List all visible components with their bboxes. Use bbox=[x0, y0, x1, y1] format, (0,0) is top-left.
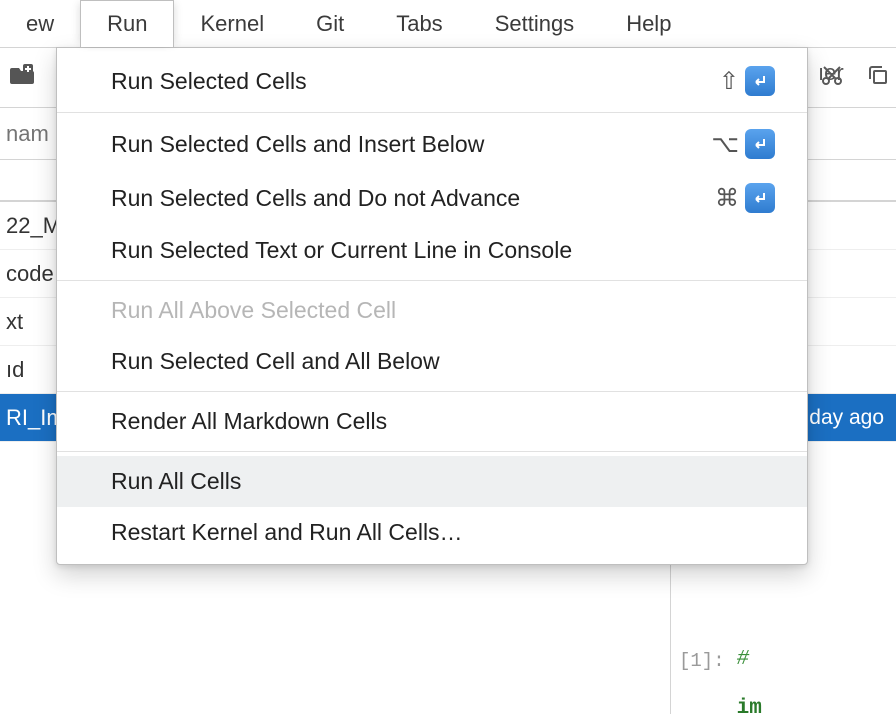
menu-item-label: Run All Above Selected Cell bbox=[111, 297, 396, 324]
menu-view[interactable]: ew bbox=[0, 0, 80, 47]
menu-render-all-markdown[interactable]: Render All Markdown Cells bbox=[57, 396, 807, 447]
menu-run-all-above: Run All Above Selected Cell bbox=[57, 285, 807, 336]
menu-item-label: Run Selected Cells and Do not Advance bbox=[111, 185, 520, 212]
menubar: ew Run Kernel Git Tabs Settings Help bbox=[0, 0, 896, 48]
menu-item-label: Run Selected Cells and Insert Below bbox=[111, 131, 484, 158]
menu-run-selected-insert-below[interactable]: Run Selected Cells and Insert Below ⌥ bbox=[57, 117, 807, 171]
shortcut: ⌘ bbox=[715, 183, 775, 213]
enter-key-icon bbox=[745, 183, 775, 213]
menu-separator bbox=[57, 112, 807, 113]
menu-settings[interactable]: Settings bbox=[469, 0, 601, 47]
menu-run-selected-cells[interactable]: Run Selected Cells ⇧ bbox=[57, 54, 807, 108]
shift-key-icon: ⇧ bbox=[719, 67, 739, 96]
menu-item-label: Render All Markdown Cells bbox=[111, 408, 387, 435]
code-lines: # im bbox=[737, 648, 762, 720]
file-name: ıd bbox=[6, 357, 24, 383]
file-name: xt bbox=[6, 309, 23, 335]
menu-item-label: Run All Cells bbox=[111, 468, 241, 495]
menu-git[interactable]: Git bbox=[290, 0, 370, 47]
new-folder-icon[interactable] bbox=[10, 64, 36, 92]
menu-run-selected-and-below[interactable]: Run Selected Cell and All Below bbox=[57, 336, 807, 387]
menu-separator bbox=[57, 280, 807, 281]
menu-restart-kernel-run-all[interactable]: Restart Kernel and Run All Cells… bbox=[57, 507, 807, 558]
file-name: 22_M bbox=[6, 213, 61, 239]
menu-run-selected-no-advance[interactable]: Run Selected Cells and Do not Advance ⌘ bbox=[57, 171, 807, 225]
menu-run[interactable]: Run bbox=[80, 0, 174, 47]
menu-item-label: Run Selected Cell and All Below bbox=[111, 348, 440, 375]
shortcut: ⇧ bbox=[719, 66, 775, 96]
code-comment: # bbox=[737, 648, 762, 671]
file-name: code bbox=[6, 261, 54, 287]
code-keyword: im bbox=[737, 697, 762, 720]
menu-kernel[interactable]: Kernel bbox=[174, 0, 290, 47]
menu-run-selected-text-console[interactable]: Run Selected Text or Current Line in Con… bbox=[57, 225, 807, 276]
cell-prompt: [1]: bbox=[679, 648, 725, 672]
code-cell[interactable]: [1]: # im bbox=[679, 648, 896, 720]
cut-icon[interactable] bbox=[820, 63, 844, 93]
enter-key-icon bbox=[745, 129, 775, 159]
menu-help[interactable]: Help bbox=[600, 0, 697, 47]
command-key-icon: ⌘ bbox=[715, 184, 739, 213]
menu-run-all-cells[interactable]: Run All Cells bbox=[57, 456, 807, 507]
run-menu-dropdown: Run Selected Cells ⇧ Run Selected Cells … bbox=[56, 47, 808, 565]
menu-item-label: Run Selected Text or Current Line in Con… bbox=[111, 237, 572, 264]
menu-separator bbox=[57, 391, 807, 392]
menu-item-label: Restart Kernel and Run All Cells… bbox=[111, 519, 463, 546]
option-key-icon: ⌥ bbox=[711, 130, 739, 159]
enter-key-icon bbox=[745, 66, 775, 96]
menu-separator bbox=[57, 451, 807, 452]
copy-icon[interactable] bbox=[866, 63, 890, 93]
menu-item-label: Run Selected Cells bbox=[111, 68, 307, 95]
shortcut: ⌥ bbox=[711, 129, 775, 159]
menu-tabs[interactable]: Tabs bbox=[370, 0, 468, 47]
